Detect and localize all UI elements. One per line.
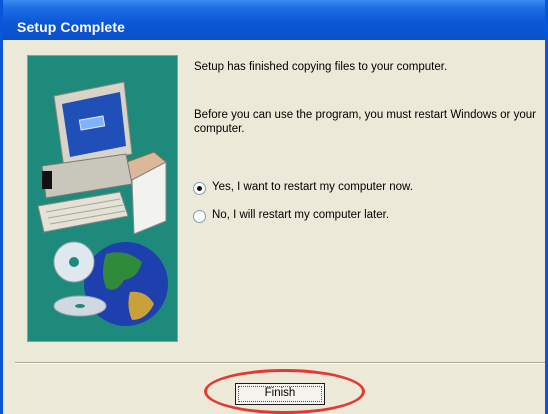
message-copy-complete: Setup has finished copying files to your… [194,61,448,73]
setup-dialog: Setup Complete Setup has finished copyin… [0,0,548,414]
radio-restart-later-label[interactable]: No, I will restart my computer later. [212,209,389,221]
radio-selected-dot [197,186,202,191]
setup-illustration [27,55,178,342]
radio-restart-later[interactable] [193,210,206,223]
radio-restart-now-label[interactable]: Yes, I want to restart my computer now. [212,181,413,193]
message-restart-required: Before you can use the program, you must… [194,109,536,135]
radio-restart-now[interactable] [193,182,206,195]
dialog-title: Setup Complete [17,19,125,35]
highlight-ellipse [204,369,365,414]
separator [15,362,545,364]
title-bar[interactable]: Setup Complete [3,0,545,40]
globe-icon [53,241,168,326]
